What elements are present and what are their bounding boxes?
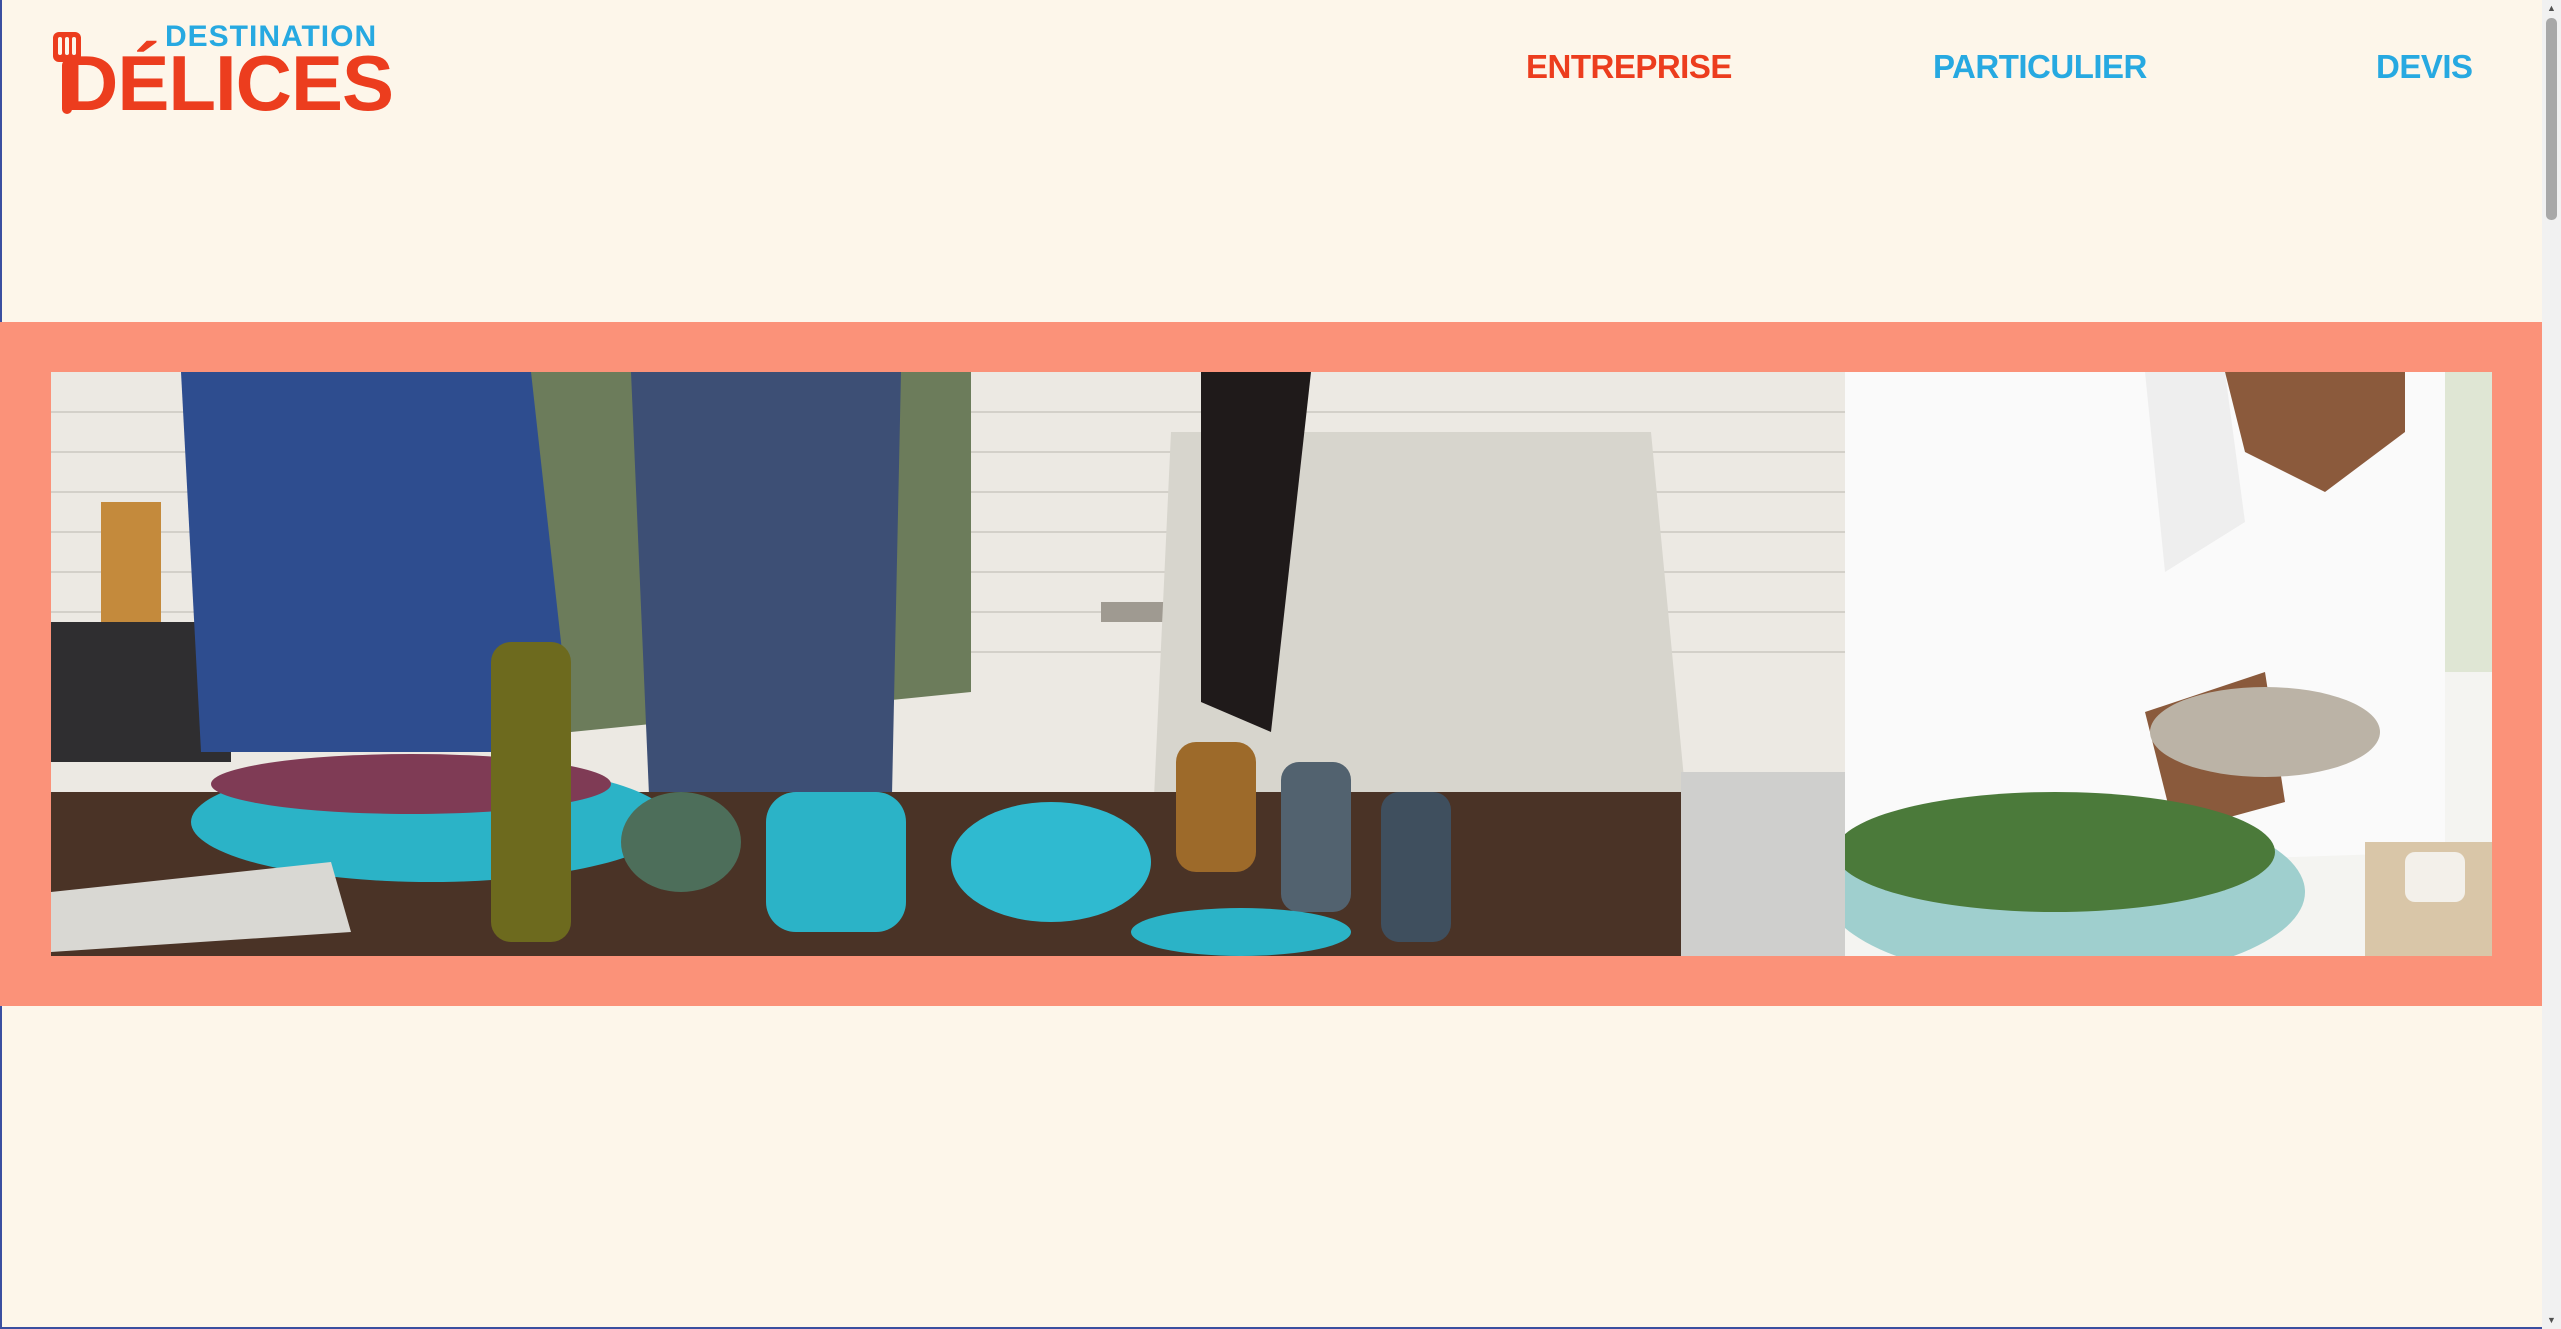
site-logo[interactable]: DESTINATION DÉLICES: [50, 22, 394, 122]
vertical-scrollbar[interactable]: ▲ ▼: [2542, 0, 2561, 1329]
scrollbar-thumb[interactable]: [2546, 18, 2557, 220]
hero-banner: [0, 322, 2542, 1006]
hero-photo-kitchen: [51, 372, 1845, 956]
hero-photo-man: [1845, 372, 2492, 956]
site-header: DESTINATION DÉLICES ENTREPRISE PARTICULI…: [0, 0, 2540, 150]
nav-link-particulier[interactable]: PARTICULIER: [1933, 50, 2147, 83]
logo-wordmark: DÉLICES: [62, 39, 394, 127]
nav-link-entreprise[interactable]: ENTREPRISE: [1526, 50, 1732, 83]
nav-link-devis[interactable]: DEVIS: [2376, 50, 2473, 83]
scroll-up-arrow-icon[interactable]: ▲: [2542, 0, 2561, 17]
scroll-down-arrow-icon[interactable]: ▼: [2542, 1312, 2561, 1329]
